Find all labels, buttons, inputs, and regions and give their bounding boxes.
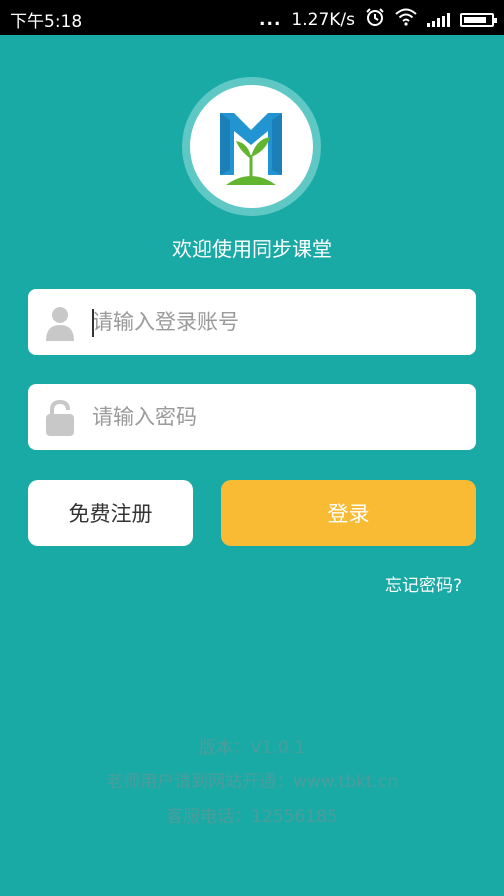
status-bar: 下午5:18 ... 1.27K/s	[0, 0, 504, 35]
login-button[interactable]: 登录	[221, 480, 476, 546]
book-sprout-logo	[190, 85, 313, 208]
signal-icon	[427, 12, 450, 27]
register-button[interactable]: 免费注册	[28, 480, 193, 546]
status-time: 下午5:18	[10, 12, 83, 32]
account-input[interactable]	[92, 301, 462, 343]
app-logo	[182, 77, 321, 216]
account-field[interactable]	[28, 289, 476, 355]
user-icon	[44, 305, 76, 341]
status-right: ... 1.27K/s	[259, 7, 497, 32]
password-input[interactable]	[92, 396, 462, 438]
welcome-text: 欢迎使用同步课堂	[172, 237, 332, 261]
network-speed: 1.27K/s	[291, 9, 355, 30]
lock-icon	[44, 399, 76, 436]
battery-icon	[460, 12, 497, 27]
version-text: 版本：V1.0.1	[199, 738, 305, 758]
wifi-icon	[395, 8, 417, 31]
notification-dots: ...	[259, 9, 282, 30]
forgot-password-link[interactable]: 忘记密码?	[385, 571, 462, 596]
text-caret	[92, 309, 94, 337]
password-field[interactable]	[28, 384, 476, 450]
battery-level	[464, 16, 486, 23]
alarm-icon	[365, 7, 385, 32]
service-phone-text: 客服电话：12556185	[166, 807, 338, 827]
teacher-note-text: 老师用户请到网站开通：www.tbkt.cn	[105, 772, 399, 792]
